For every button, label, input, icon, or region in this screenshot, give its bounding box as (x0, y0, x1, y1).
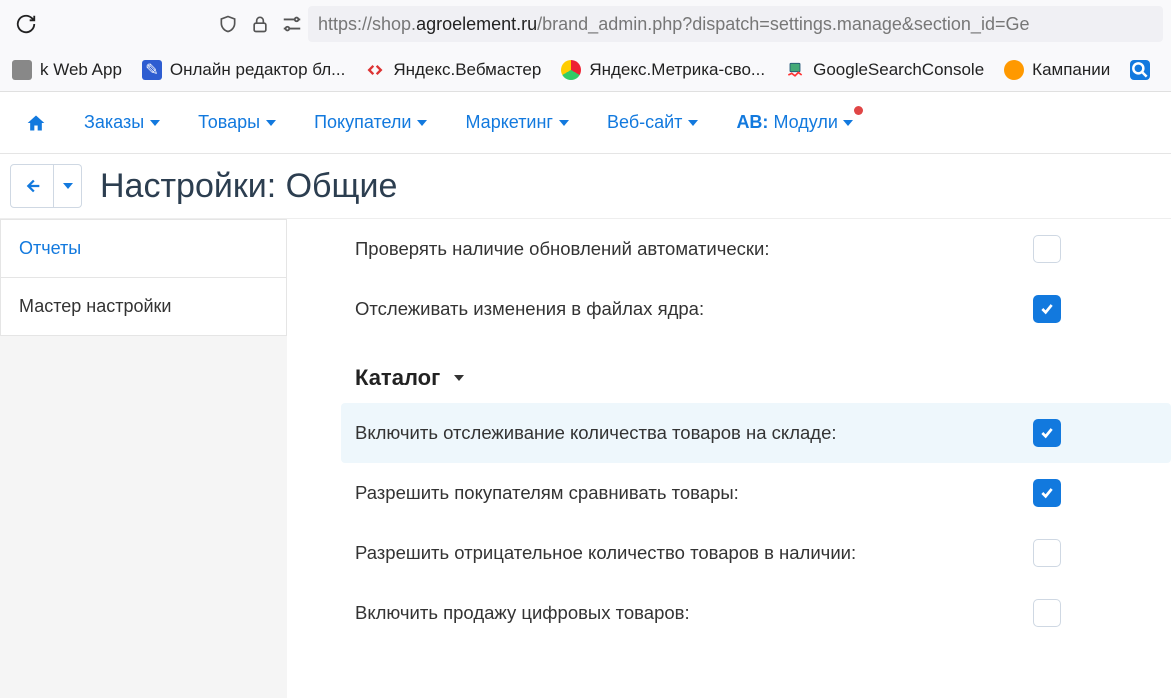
checkbox-track-core[interactable] (1033, 295, 1061, 323)
setting-track-core: Отслеживать изменения в файлах ядра: (341, 279, 1171, 339)
bookmark-item[interactable]: Яндекс.Метрика-сво... (553, 56, 773, 84)
setting-inventory: Включить отслеживание количества товаров… (341, 403, 1171, 463)
search-icon (1130, 60, 1150, 80)
bookmark-item[interactable]: k Web App (4, 56, 130, 84)
bookmarks-bar: k Web App ✎ Онлайн редактор бл... Яндекс… (0, 48, 1171, 92)
bookmark-label: Онлайн редактор бл... (170, 60, 345, 80)
checkbox-compare[interactable] (1033, 479, 1061, 507)
section-header-catalog[interactable]: Каталог (341, 339, 1171, 403)
shield-icon[interactable] (212, 8, 244, 40)
lock-icon[interactable] (244, 8, 276, 40)
site-permissions-icon[interactable] (276, 8, 308, 40)
back-dropdown[interactable] (54, 164, 82, 208)
notification-dot-icon (854, 106, 863, 115)
checkbox-inventory[interactable] (1033, 419, 1061, 447)
setting-compare: Разрешить покупателям сравнивать товары: (341, 463, 1171, 523)
checkbox-negative[interactable] (1033, 539, 1061, 567)
setting-label: Разрешить покупателям сравнивать товары: (355, 482, 739, 504)
url-path: /brand_admin.php?dispatch=settings.manag… (537, 14, 1029, 35)
home-icon[interactable] (26, 113, 46, 133)
url-domain: agroelement.ru (416, 14, 537, 35)
settings-content: Проверять наличие обновлений автоматичес… (287, 219, 1171, 698)
chevron-down-icon (843, 120, 853, 126)
sidebar-item-label: Отчеты (19, 238, 81, 258)
nav-ab-modules[interactable]: AB: Модули (736, 112, 853, 133)
main-area: Отчеты Мастер настройки Проверять наличи… (0, 219, 1171, 698)
bookmark-item[interactable]: Кампании (996, 56, 1118, 84)
setting-label: Включить продажу цифровых товаров: (355, 602, 690, 624)
admin-topnav: Заказы Товары Покупатели Маркетинг Веб-с… (0, 92, 1171, 154)
sidebar-item-label: Мастер настройки (19, 296, 171, 316)
bookmark-search[interactable] (1122, 56, 1158, 84)
sidebar-item-reports[interactable]: Отчеты (0, 219, 287, 278)
chevron-down-icon (559, 120, 569, 126)
setting-update-auto: Проверять наличие обновлений автоматичес… (341, 219, 1171, 279)
bookmark-icon (365, 60, 385, 80)
nav-marketing[interactable]: Маркетинг (465, 112, 569, 133)
url-input[interactable]: https://shop.agroelement.ru/brand_admin.… (308, 6, 1163, 42)
url-protocol: https://shop. (318, 14, 416, 35)
back-button[interactable] (10, 164, 54, 208)
checkbox-update-auto[interactable] (1033, 235, 1061, 263)
chevron-down-icon (150, 120, 160, 126)
bookmark-icon (561, 60, 581, 80)
setting-negative: Разрешить отрицательное количество товар… (341, 523, 1171, 583)
bookmark-icon (1004, 60, 1024, 80)
refresh-icon[interactable] (8, 6, 44, 42)
bookmark-item[interactable]: GoogleSearchConsole (777, 56, 992, 84)
chevron-down-icon (266, 120, 276, 126)
page-title: Настройки: Общие (100, 167, 397, 206)
sidebar: Отчеты Мастер настройки (0, 219, 287, 698)
setting-label: Проверять наличие обновлений автоматичес… (355, 238, 770, 260)
nav-orders[interactable]: Заказы (84, 112, 160, 133)
nav-products[interactable]: Товары (198, 112, 276, 133)
bookmark-icon (785, 60, 805, 80)
setting-label: Включить отслеживание количества товаров… (355, 422, 837, 444)
bookmark-icon: ✎ (142, 60, 162, 80)
chevron-down-icon (417, 120, 427, 126)
setting-label: Разрешить отрицательное количество товар… (355, 542, 856, 564)
bookmark-item[interactable]: ✎ Онлайн редактор бл... (134, 56, 353, 84)
checkbox-digital[interactable] (1033, 599, 1061, 627)
bookmark-icon (12, 60, 32, 80)
bookmark-label: Яндекс.Метрика-сво... (589, 60, 765, 80)
nav-customers[interactable]: Покупатели (314, 112, 427, 133)
browser-address-bar: https://shop.agroelement.ru/brand_admin.… (0, 0, 1171, 48)
chevron-down-icon (63, 183, 73, 189)
section-title: Каталог (355, 365, 440, 391)
chevron-down-icon (454, 375, 464, 381)
chevron-down-icon (688, 120, 698, 126)
nav-website[interactable]: Веб-сайт (607, 112, 698, 133)
bookmark-label: k Web App (40, 60, 122, 80)
bookmark-label: GoogleSearchConsole (813, 60, 984, 80)
bookmark-label: Яндекс.Вебмастер (393, 60, 541, 80)
setting-digital: Включить продажу цифровых товаров: (341, 583, 1171, 643)
setting-label: Отслеживать изменения в файлах ядра: (355, 298, 704, 320)
page-title-row: Настройки: Общие (0, 154, 1171, 219)
bookmark-item[interactable]: Яндекс.Вебмастер (357, 56, 549, 84)
bookmark-label: Кампании (1032, 60, 1110, 80)
sidebar-item-wizard[interactable]: Мастер настройки (0, 278, 287, 336)
